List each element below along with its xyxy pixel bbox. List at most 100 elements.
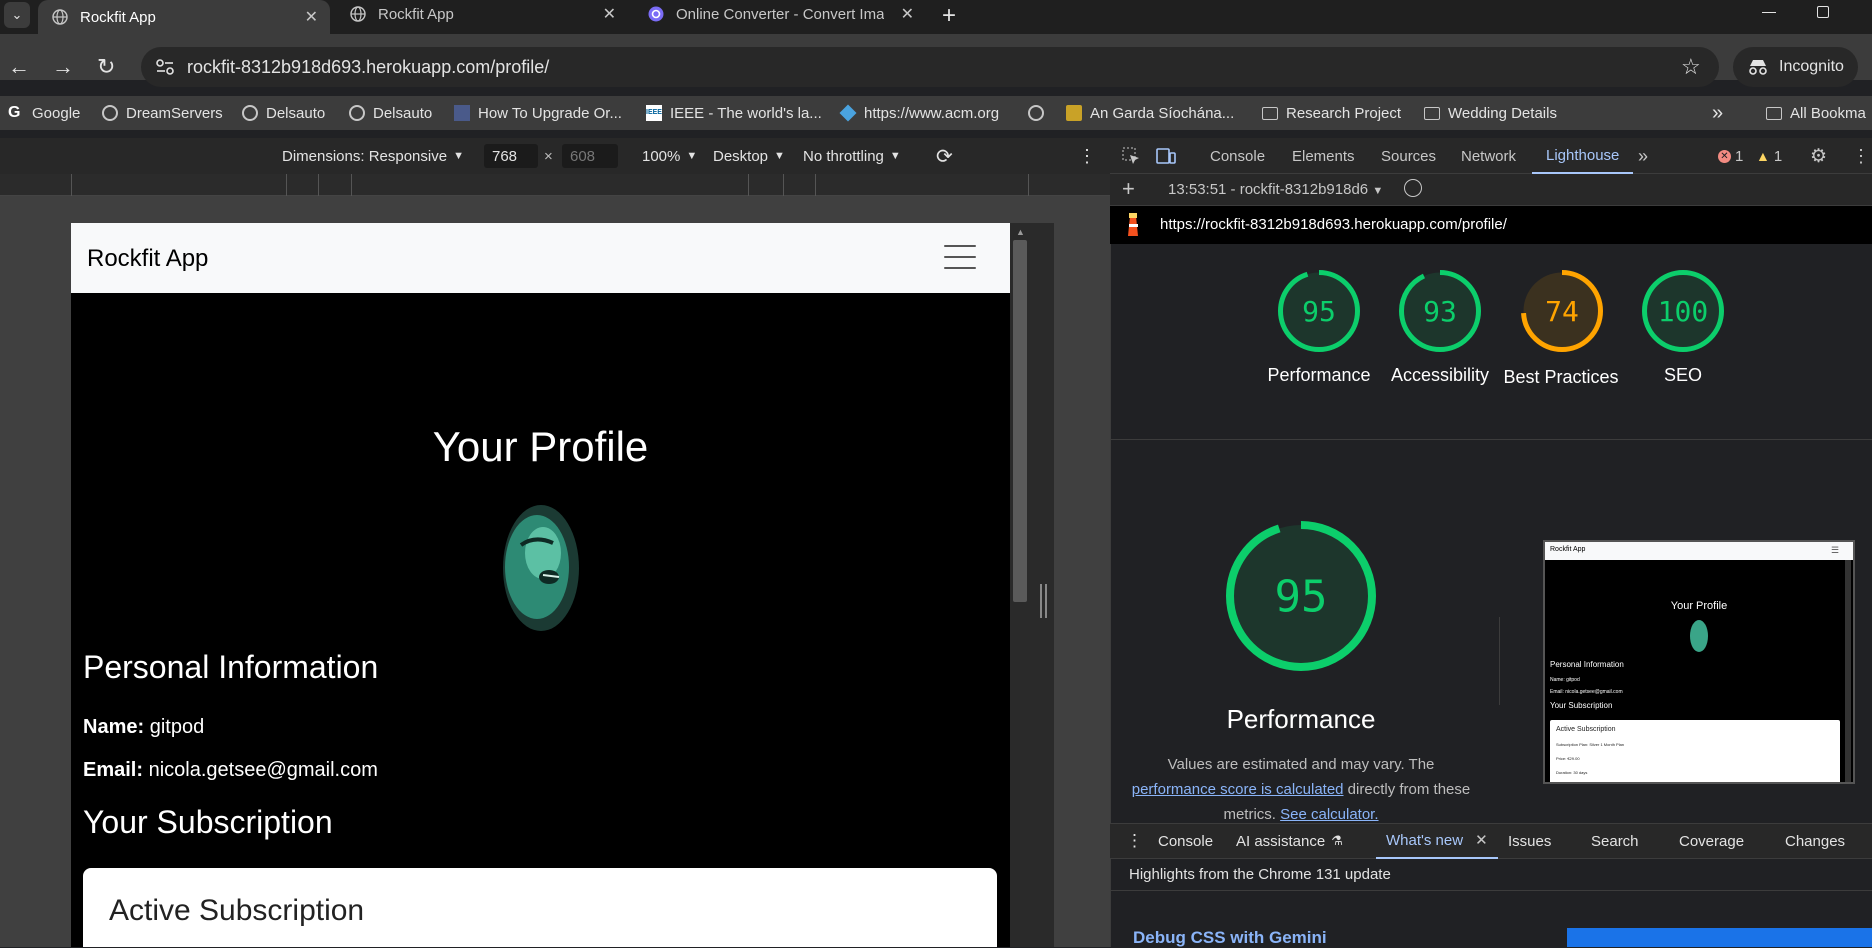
bookmark-delsauto-2[interactable]: Delsauto	[349, 96, 432, 130]
warning-icon: ▲	[1756, 148, 1770, 164]
tab-rockfit-1[interactable]: Rockfit App ✕	[38, 0, 330, 34]
lighthouse-icon	[1128, 213, 1138, 236]
score-calc-link[interactable]: performance score is calculated	[1132, 781, 1344, 798]
drawer-tab-console[interactable]: Console	[1158, 823, 1213, 859]
devtools-tab-lighthouse[interactable]: Lighthouse	[1532, 138, 1634, 174]
warning-count[interactable]: ▲ 1	[1756, 138, 1782, 174]
thumb-duration: Duration: 30 days	[1556, 770, 1588, 775]
devtools-tab-sources[interactable]: Sources	[1381, 138, 1436, 174]
drawer-menu-icon[interactable]: ⋮	[1126, 823, 1143, 859]
new-tab-icon[interactable]: +	[942, 2, 956, 30]
globe-icon	[349, 105, 365, 121]
url-text: rockfit-8312b918d693.herokuapp.com/profi…	[187, 56, 550, 77]
bookmark-folder-wedding[interactable]: Wedding Details	[1424, 96, 1557, 130]
thumb-avatar	[1690, 620, 1708, 652]
bookmark-how-to-upgrade[interactable]: How To Upgrade Or...	[454, 96, 622, 130]
reload-icon[interactable]: ↻	[97, 54, 115, 80]
device-toggle-icon[interactable]	[1156, 138, 1176, 174]
star-icon[interactable]: ☆	[1681, 54, 1701, 80]
bookmark-acm[interactable]: https://www.acm.org	[839, 96, 999, 130]
see-calculator-link[interactable]: See calculator.	[1280, 806, 1378, 823]
dimensions-dropdown[interactable]: Dimensions: Responsive ▼	[282, 138, 464, 174]
thumb-personal: Personal Information	[1550, 660, 1624, 669]
close-icon[interactable]: ✕	[305, 7, 318, 27]
error-count[interactable]: ✕ 1	[1718, 138, 1743, 174]
page-screenshot-thumbnail[interactable]: Rockfit App ☰ Your Profile Personal Info…	[1543, 540, 1855, 784]
tab-strip: ⌄ Rockfit App ✕ Rockfit App ✕ Online Con…	[0, 0, 1872, 34]
drawer-tab-whats-new[interactable]: What's new ✕	[1376, 823, 1498, 859]
page-thumbnail-icon	[454, 105, 470, 121]
times-icon: ×	[544, 147, 553, 165]
error-count-value: 1	[1735, 147, 1744, 165]
incognito-icon	[1749, 60, 1767, 75]
bookmark-ieee[interactable]: IEEE IEEE - The world's la...	[646, 96, 822, 130]
minimize-icon[interactable]	[1762, 12, 1776, 13]
tab-rockfit-2[interactable]: Rockfit App ✕	[336, 0, 628, 28]
device-type-dropdown[interactable]: Desktop ▼	[713, 138, 785, 174]
drawer-tab-coverage[interactable]: Coverage	[1679, 823, 1744, 859]
bookmark-globe[interactable]	[1028, 96, 1052, 130]
folder-icon	[1262, 106, 1278, 120]
more-bookmarks-icon[interactable]: »	[1712, 96, 1723, 130]
hamburger-menu-icon[interactable]	[944, 245, 976, 271]
drawer-tab-issues[interactable]: Issues	[1508, 823, 1551, 859]
inspect-element-icon[interactable]	[1122, 138, 1140, 174]
gauge-best-practices[interactable]: 74	[1520, 269, 1604, 353]
bookmark-folder-research[interactable]: Research Project	[1262, 96, 1401, 130]
gauge-seo[interactable]: 100	[1641, 269, 1725, 353]
debug-css-link[interactable]: Debug CSS with Gemini	[1133, 928, 1327, 948]
ruler-tick	[783, 174, 784, 196]
zoom-dropdown[interactable]: 100% ▼	[642, 138, 697, 174]
incognito-button[interactable]: Incognito	[1733, 47, 1858, 87]
site-brand[interactable]: Rockfit App	[87, 245, 208, 273]
device-icon	[1156, 148, 1176, 164]
gauge-accessibility[interactable]: 93	[1398, 269, 1482, 353]
new-report-icon[interactable]: +	[1122, 176, 1135, 202]
devtools-tab-elements[interactable]: Elements	[1292, 138, 1355, 174]
thumb-plan: Subscription Plan: Silver 1 Month Plan	[1556, 742, 1625, 747]
tab-search-icon[interactable]: ⌄	[4, 2, 30, 28]
report-selector[interactable]: 13:53:51 - rockfit-8312b918d6 ▼	[1168, 181, 1383, 198]
devtools-tab-network[interactable]: Network	[1461, 138, 1516, 174]
address-bar[interactable]: rockfit-8312b918d693.herokuapp.com/profi…	[141, 47, 1719, 87]
close-icon[interactable]: ✕	[1475, 831, 1488, 849]
profile-photo-icon	[503, 505, 579, 631]
clear-icon[interactable]	[1404, 179, 1422, 197]
gauge-performance-value: 95	[1302, 295, 1336, 328]
restore-icon[interactable]	[1817, 6, 1829, 18]
drawer-tab-search[interactable]: Search	[1591, 823, 1639, 859]
height-input[interactable]: 608	[562, 144, 618, 168]
thumb-price: Price: €29.00	[1556, 756, 1580, 761]
ruler-tick	[318, 174, 319, 196]
site-info-icon[interactable]	[155, 58, 175, 76]
lighthouse-url-bar: https://rockfit-8312b918d693.herokuapp.c…	[1110, 206, 1872, 244]
close-icon[interactable]: ✕	[901, 4, 914, 24]
more-tabs-icon[interactable]: »	[1638, 138, 1648, 174]
width-input[interactable]: 768	[484, 144, 538, 168]
bookmark-dreamservers[interactable]: DreamServers	[102, 96, 223, 130]
bookmark-delsauto-1[interactable]: Delsauto	[242, 96, 325, 130]
thumb-brand: Rockfit App	[1550, 546, 1586, 553]
page-scrollbar-thumb[interactable]	[1013, 240, 1027, 602]
subscription-heading: Your Subscription	[83, 804, 333, 840]
rotate-icon[interactable]: ⟳	[936, 138, 953, 174]
bookmark-garda[interactable]: An Garda Síochána...	[1066, 96, 1234, 130]
tab-online-converter[interactable]: Online Converter - Convert Ima ✕	[634, 0, 926, 28]
device-toolbar: Dimensions: Responsive ▼ × 100% ▼ Deskto…	[0, 138, 1110, 174]
forward-icon[interactable]: →	[52, 54, 74, 80]
back-icon[interactable]: ←	[8, 54, 30, 80]
scroll-up-arrow-icon[interactable]: ▲	[1016, 227, 1025, 237]
all-bookmarks[interactable]: All Bookma	[1766, 96, 1866, 130]
settings-gear-icon[interactable]: ⚙	[1810, 138, 1827, 174]
drawer-tab-ai-assistance[interactable]: AI assistance ⚗	[1236, 823, 1343, 859]
devtools-tab-console[interactable]: Console	[1210, 138, 1265, 174]
feature-illustration	[1567, 928, 1872, 947]
viewport-resize-handle[interactable]	[1040, 584, 1048, 618]
gauge-performance[interactable]: 95	[1277, 269, 1361, 353]
bookmark-google[interactable]: G Google	[8, 96, 80, 130]
close-icon[interactable]: ✕	[603, 4, 616, 24]
throttling-dropdown[interactable]: No throttling ▼	[803, 138, 901, 174]
more-options-icon[interactable]: ⋮	[1078, 138, 1096, 174]
drawer-tab-changes[interactable]: Changes	[1785, 823, 1845, 859]
devtools-menu-icon[interactable]: ⋮	[1852, 138, 1870, 174]
